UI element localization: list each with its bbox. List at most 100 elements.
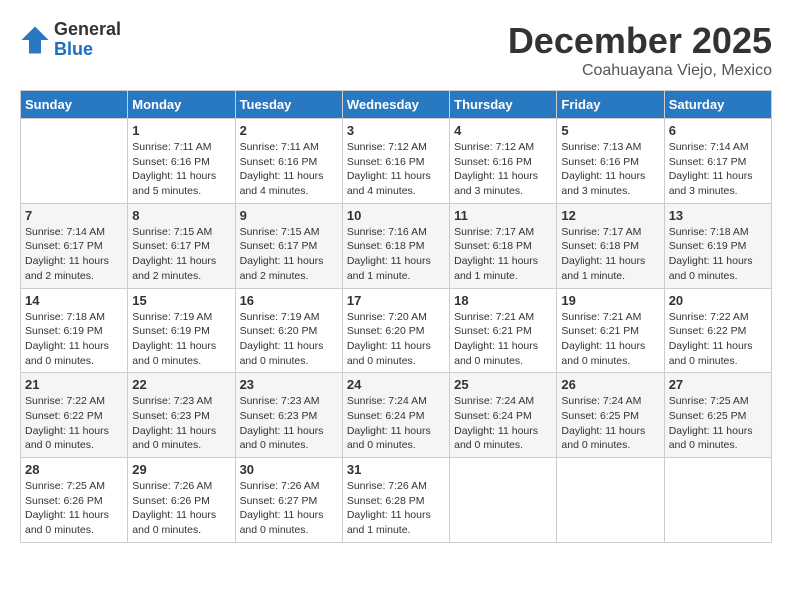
day-cell: 17 Sunrise: 7:20 AMSunset: 6:20 PMDayligh… [342, 288, 449, 373]
day-info: Sunrise: 7:25 AMSunset: 6:25 PMDaylight:… [669, 394, 767, 453]
day-number: 25 [454, 377, 552, 392]
day-cell: 13Sunrise: 7:18 AMSunset: 6:19 PMDayligh… [664, 203, 771, 288]
logo-text: General Blue [54, 20, 121, 60]
sunset-time: 6:16 PM [171, 156, 210, 168]
day-info: Sunrise: 7:12 AMSunset: 6:16 PMDaylight:… [454, 140, 552, 199]
sunset-time: 6:24 PM [493, 410, 532, 422]
sunset-time: 6:17 PM [64, 240, 103, 252]
title-section: December 2025 Coahuayana Viejo, Mexico [508, 20, 772, 80]
sunset-label: Sunset: [561, 156, 597, 168]
week-row-4: 21 Sunrise: 7:22 AMSunset: 6:22 PMDayligh… [21, 373, 772, 458]
daylight-label: Daylight: [561, 425, 602, 437]
sunrise-label: Sunrise: [669, 226, 708, 238]
sunset-time: 6:20 PM [385, 325, 424, 337]
day-cell: 14Sunrise: 7:18 AMSunset: 6:19 PMDayligh… [21, 288, 128, 373]
day-number: 5 [561, 123, 659, 138]
sunrise-label: Sunrise: [132, 311, 171, 323]
sunset-label: Sunset: [240, 240, 276, 252]
sunset-label: Sunset: [669, 410, 705, 422]
daylight-label: Daylight: [669, 255, 710, 267]
sunset-time: 6:18 PM [385, 240, 424, 252]
day-info: Sunrise: 7:25 AMSunset: 6:26 PMDaylight:… [25, 479, 123, 538]
sunset-label: Sunset: [240, 495, 276, 507]
day-cell: 30Sunrise: 7:26 AMSunset: 6:27 PMDayligh… [235, 458, 342, 543]
sunrise-label: Sunrise: [132, 395, 171, 407]
day-cell: 28Sunrise: 7:25 AMSunset: 6:26 PMDayligh… [21, 458, 128, 543]
day-cell: 2Sunrise: 7:11 AMSunset: 6:16 PMDaylight… [235, 119, 342, 204]
sunrise-label: Sunrise: [240, 311, 279, 323]
day-number: 4 [454, 123, 552, 138]
day-info: Sunrise: 7:22 AMSunset: 6:22 PMDaylight:… [25, 394, 123, 453]
sunset-label: Sunset: [454, 325, 490, 337]
sunrise-label: Sunrise: [240, 226, 279, 238]
daylight-label: Daylight: [561, 170, 602, 182]
day-cell: 4 Sunrise: 7:12 AMSunset: 6:16 PMDaylight… [450, 119, 557, 204]
day-cell: 24Sunrise: 7:24 AMSunset: 6:24 PMDayligh… [342, 373, 449, 458]
sunrise-time: 7:11 AM [174, 141, 212, 153]
day-info: Sunrise: 7:19 AMSunset: 6:19 PMDaylight:… [132, 310, 230, 369]
sunrise-label: Sunrise: [240, 141, 279, 153]
day-number: 31 [347, 462, 445, 477]
sunset-label: Sunset: [669, 156, 705, 168]
day-info: Sunrise: 7:20 AMSunset: 6:20 PMDaylight:… [347, 310, 445, 369]
sunrise-label: Sunrise: [454, 141, 493, 153]
day-info: Sunrise: 7:15 AMSunset: 6:17 PMDaylight:… [240, 225, 338, 284]
sunrise-label: Sunrise: [454, 226, 493, 238]
daylight-label: Daylight: [240, 509, 281, 521]
day-info: Sunrise: 7:21 AMSunset: 6:21 PMDaylight:… [561, 310, 659, 369]
location: Coahuayana Viejo, Mexico [508, 62, 772, 80]
daylight-label: Daylight: [132, 255, 173, 267]
sunrise-label: Sunrise: [561, 395, 600, 407]
day-number: 21 [25, 377, 123, 392]
sunrise-time: 7:25 AM [710, 395, 749, 407]
day-info: Sunrise: 7:26 AMSunset: 6:26 PMDaylight:… [132, 479, 230, 538]
sunrise-label: Sunrise: [132, 141, 171, 153]
week-row-5: 28Sunrise: 7:25 AMSunset: 6:26 PMDayligh… [21, 458, 772, 543]
sunrise-label: Sunrise: [25, 480, 64, 492]
day-cell: 22Sunrise: 7:23 AMSunset: 6:23 PMDayligh… [128, 373, 235, 458]
sunrise-time: 7:20 AM [388, 311, 427, 323]
daylight-label: Daylight: [347, 425, 388, 437]
sunrise-label: Sunrise: [25, 311, 64, 323]
day-number: 6 [669, 123, 767, 138]
sunrise-label: Sunrise: [347, 141, 386, 153]
sunset-time: 6:25 PM [707, 410, 746, 422]
sunrise-label: Sunrise: [132, 226, 171, 238]
sunrise-time: 7:23 AM [174, 395, 213, 407]
sunset-label: Sunset: [240, 410, 276, 422]
sunrise-label: Sunrise: [561, 311, 600, 323]
sunset-time: 6:19 PM [707, 240, 746, 252]
day-cell: 5Sunrise: 7:13 AMSunset: 6:16 PMDaylight… [557, 119, 664, 204]
sunset-time: 6:28 PM [385, 495, 424, 507]
day-cell [557, 458, 664, 543]
sunrise-label: Sunrise: [669, 141, 708, 153]
header-row: SundayMondayTuesdayWednesdayThursdayFrid… [21, 91, 772, 119]
sunset-label: Sunset: [132, 410, 168, 422]
sunset-time: 6:18 PM [493, 240, 532, 252]
daylight-label: Daylight: [25, 509, 66, 521]
sunset-label: Sunset: [132, 495, 168, 507]
sunrise-time: 7:15 AM [174, 226, 213, 238]
day-number: 11 [454, 208, 552, 223]
day-cell: 11Sunrise: 7:17 AMSunset: 6:18 PMDayligh… [450, 203, 557, 288]
sunset-time: 6:26 PM [171, 495, 210, 507]
sunset-label: Sunset: [132, 325, 168, 337]
sunrise-time: 7:17 AM [603, 226, 642, 238]
sunset-label: Sunset: [561, 240, 597, 252]
sunrise-time: 7:24 AM [388, 395, 427, 407]
day-header-sunday: Sunday [21, 91, 128, 119]
daylight-label: Daylight: [454, 255, 495, 267]
daylight-label: Daylight: [454, 425, 495, 437]
daylight-label: Daylight: [669, 170, 710, 182]
day-info: Sunrise: 7:24 AMSunset: 6:25 PMDaylight:… [561, 394, 659, 453]
sunset-label: Sunset: [347, 410, 383, 422]
day-cell: 12Sunrise: 7:17 AMSunset: 6:18 PMDayligh… [557, 203, 664, 288]
sunset-label: Sunset: [132, 240, 168, 252]
day-number: 17 [347, 293, 445, 308]
sunrise-time: 7:14 AM [710, 141, 749, 153]
day-info: Sunrise: 7:16 AMSunset: 6:18 PMDaylight:… [347, 225, 445, 284]
sunset-time: 6:21 PM [493, 325, 532, 337]
logo-blue: Blue [54, 40, 121, 60]
sunset-label: Sunset: [561, 325, 597, 337]
day-number: 18 [454, 293, 552, 308]
